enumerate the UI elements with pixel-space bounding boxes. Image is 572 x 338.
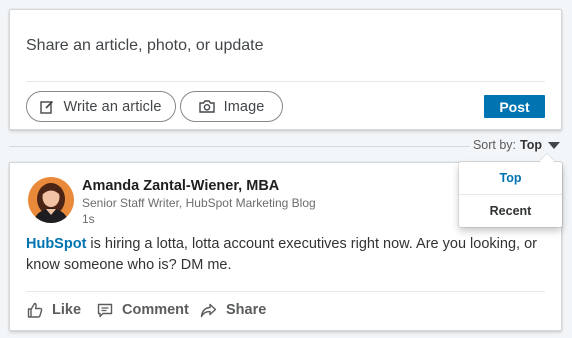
avatar[interactable] (28, 177, 74, 223)
sort-value: Top (520, 138, 542, 152)
share-label: Share (226, 302, 267, 318)
comment-button[interactable]: Comment (97, 302, 189, 318)
sort-option-recent[interactable]: Recent (459, 195, 562, 227)
share-arrow-icon (200, 303, 217, 317)
divider (26, 81, 545, 82)
sort-dropdown[interactable]: Sort by: Top (473, 138, 560, 152)
share-box: Share an article, photo, or update Write… (9, 9, 562, 130)
compose-icon (40, 100, 54, 114)
caret-down-icon (548, 141, 560, 149)
company-mention-link[interactable]: HubSpot (26, 236, 86, 252)
author-headline: Senior Staff Writer, HubSpot Marketing B… (82, 196, 316, 210)
like-label: Like (52, 302, 82, 318)
post-text: HubSpot is hiring a lotta, lotta account… (26, 234, 546, 276)
thumbs-up-icon (27, 302, 43, 318)
camera-icon (198, 100, 215, 113)
sort-bar: Sort by: Top (9, 138, 562, 156)
like-button[interactable]: Like (27, 302, 81, 318)
divider (26, 291, 545, 292)
post-timestamp: 1s (82, 212, 95, 226)
share-button[interactable]: Share (200, 302, 266, 318)
write-article-label: Write an article (63, 98, 162, 115)
image-label: Image (223, 98, 265, 115)
post-button[interactable]: Post (484, 95, 545, 118)
sort-option-top[interactable]: Top (459, 162, 562, 194)
sort-menu: Top Recent (459, 162, 562, 227)
share-prompt-input[interactable]: Share an article, photo, or update (26, 37, 264, 55)
image-button[interactable]: Image (180, 91, 283, 122)
write-article-button[interactable]: Write an article (26, 91, 176, 122)
sort-label: Sort by: (472, 138, 517, 152)
comment-icon (97, 303, 113, 317)
post-text-body: is hiring a lotta, lotta account executi… (26, 236, 537, 273)
divider (9, 146, 470, 147)
author-name[interactable]: Amanda Zantal-Wiener, MBA (82, 178, 279, 194)
comment-label: Comment (122, 302, 189, 318)
